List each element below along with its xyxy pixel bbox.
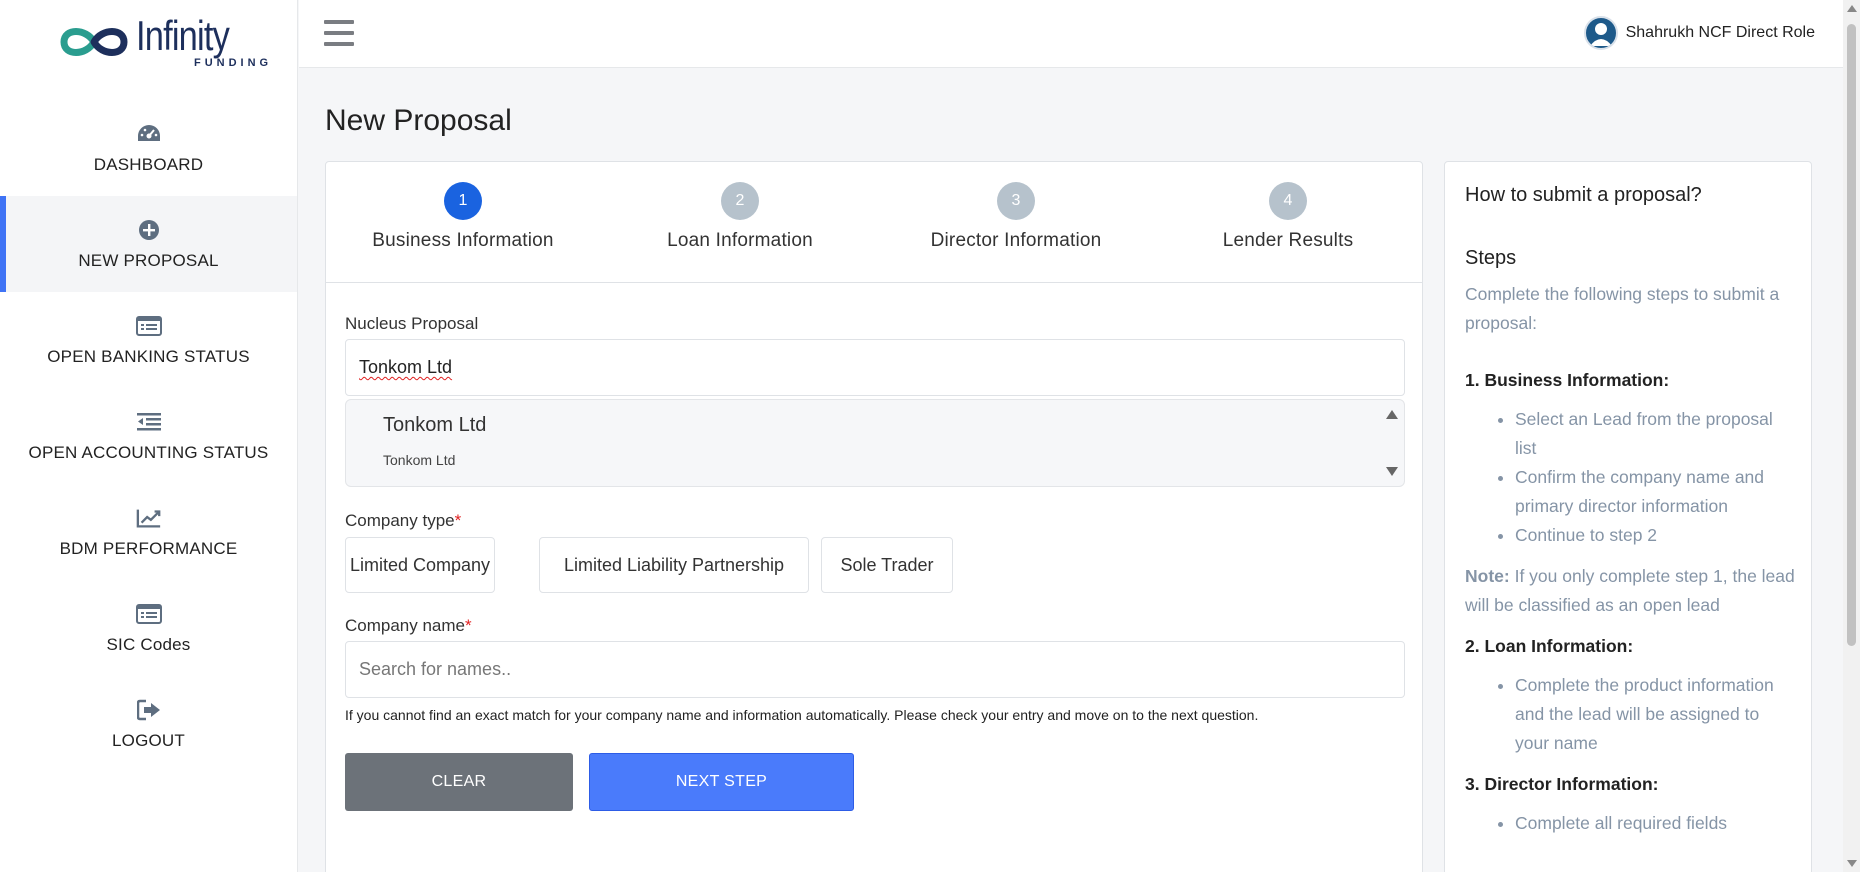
line-chart-icon [136, 505, 162, 531]
help-section-3-list: Complete all required fields [1515, 809, 1795, 838]
sidebar-item-label: DASHBOARD [93, 155, 204, 174]
sidebar-item-label: BDM PERFORMANCE [59, 539, 238, 558]
scroll-down-icon[interactable] [1847, 860, 1857, 867]
list-item: Continue to step 2 [1515, 521, 1795, 550]
menu-toggle-icon[interactable] [324, 20, 354, 46]
company-type-option-label: Limited Liability Partnership [563, 554, 785, 575]
sidebar-nav: DASHBOARD NEW PROPOSAL OPEN BANKING STAT… [0, 100, 297, 772]
clear-button[interactable]: CLEAR [345, 753, 573, 811]
company-name-help-text: If you cannot find an exact match for yo… [345, 707, 1259, 723]
sidebar-item-label: OPEN ACCOUNTING STATUS [28, 443, 269, 462]
help-section-title: 1. Business Information: [1465, 370, 1670, 390]
sidebar-item-sic-codes[interactable]: SIC Codes [0, 580, 297, 676]
infinity-logo-icon [60, 28, 128, 56]
top-bar: Shahrukh NCF Direct Role [299, 0, 1843, 68]
list-item: Select an Lead from the proposal list [1515, 405, 1795, 463]
help-section-2-list: Complete the product information and the… [1515, 671, 1795, 758]
sidebar: Infinity FUNDING DASHBOARD NEW PROPOSAL … [0, 0, 298, 872]
logo[interactable]: Infinity FUNDING [58, 14, 272, 70]
required-mark: * [454, 511, 462, 530]
step-label: Loan Information [667, 230, 813, 251]
help-title: How to submit a proposal? [1465, 184, 1702, 206]
nucleus-suggestion-list[interactable]: Tonkom Ltd Tonkom Ltd [345, 399, 1405, 487]
help-section-title: 3. Director Information: [1465, 774, 1659, 794]
user-menu[interactable]: Shahrukh NCF Direct Role [1583, 16, 1815, 50]
company-type-limited-company[interactable]: Limited Company [345, 537, 495, 593]
step-number: 2 [721, 182, 759, 220]
nucleus-proposal-label: Nucleus Proposal [345, 314, 479, 333]
help-body: Complete the following steps to submit a… [1465, 280, 1795, 838]
brand-sub: FUNDING [194, 57, 273, 69]
list-card-icon [135, 601, 162, 627]
company-type-option-label: Limited Company [349, 554, 491, 575]
company-type-label: Company type* [345, 511, 461, 531]
list-item: Complete all required fields [1515, 809, 1795, 838]
step-label: Director Information [930, 230, 1102, 251]
step-label: Lender Results [1222, 230, 1354, 251]
sidebar-item-open-accounting-status[interactable]: OPEN ACCOUNTING STATUS [0, 388, 297, 484]
nucleus-proposal-value: Tonkom Ltd [359, 357, 453, 377]
page-title: New Proposal [325, 104, 512, 137]
company-name-label-text: Company name [345, 616, 466, 635]
help-note: Note: If you only complete step 1, the l… [1465, 562, 1795, 620]
required-mark: * [465, 616, 472, 635]
help-section-title: 2. Loan Information: [1465, 636, 1634, 656]
proposal-form-card: 1 Business Information 2 Loan Informatio… [325, 161, 1423, 872]
sidebar-item-label: NEW PROPOSAL [78, 251, 219, 270]
company-type-option-label: Sole Trader [840, 554, 934, 575]
sidebar-item-new-proposal[interactable]: NEW PROPOSAL [0, 196, 297, 292]
user-name: Shahrukh NCF Direct Role [1625, 24, 1815, 41]
step-loan-information[interactable]: 2 Loan Information [640, 182, 840, 252]
help-panel: How to submit a proposal? Steps Complete… [1444, 161, 1812, 872]
company-name-label: Company name* [345, 616, 472, 636]
plus-circle-icon [136, 217, 162, 243]
company-name-placeholder: Search for names.. [359, 659, 512, 679]
brand-name: Infinity [136, 12, 230, 59]
sidebar-item-open-banking-status[interactable]: OPEN BANKING STATUS [0, 292, 297, 388]
scroll-thumb[interactable] [1847, 24, 1856, 646]
suggestion-title[interactable]: Tonkom Ltd [383, 414, 486, 437]
company-type-llp[interactable]: Limited Liability Partnership [539, 537, 809, 593]
next-step-button[interactable]: NEXT STEP [589, 753, 854, 811]
avatar [1583, 16, 1618, 50]
help-section-1-list: Select an Lead from the proposal list Co… [1515, 405, 1795, 550]
note-text: If you only complete step 1, the lead wi… [1465, 566, 1795, 615]
help-steps-heading: Steps [1465, 247, 1517, 269]
company-name-search-input[interactable]: Search for names.. [345, 641, 1405, 698]
scroll-up-icon[interactable] [1847, 5, 1857, 12]
step-number: 1 [444, 182, 482, 220]
nucleus-proposal-input[interactable]: Tonkom Ltd [345, 339, 1405, 396]
sidebar-item-label: LOGOUT [112, 731, 185, 750]
company-type-label-text: Company type [345, 511, 455, 530]
step-lender-results[interactable]: 4 Lender Results [1188, 182, 1388, 252]
sidebar-item-logout[interactable]: LOGOUT [0, 676, 297, 772]
step-number: 4 [1269, 182, 1307, 220]
note-label: Note: [1465, 566, 1510, 586]
sidebar-item-bdm-performance[interactable]: BDM PERFORMANCE [0, 484, 297, 580]
logout-icon [136, 697, 162, 723]
stepper: 1 Business Information 2 Loan Informatio… [326, 162, 1422, 283]
step-business-information[interactable]: 1 Business Information [363, 182, 563, 252]
scroll-down-icon[interactable] [1386, 467, 1398, 476]
step-number: 3 [997, 182, 1035, 220]
scroll-up-icon[interactable] [1386, 410, 1398, 419]
page-scrollbar[interactable] [1843, 0, 1860, 872]
step-director-information[interactable]: 3 Director Information [916, 182, 1116, 252]
company-type-sole-trader[interactable]: Sole Trader [821, 537, 953, 593]
sidebar-item-label: OPEN BANKING STATUS [47, 347, 250, 366]
sidebar-item-label: SIC Codes [106, 635, 191, 654]
indent-list-icon [136, 409, 162, 435]
suggestion-subtitle: Tonkom Ltd [383, 452, 456, 468]
sidebar-item-dashboard[interactable]: DASHBOARD [0, 100, 297, 196]
help-intro: Complete the following steps to submit a… [1465, 284, 1780, 333]
list-item: Complete the product information and the… [1515, 671, 1795, 758]
step-label: Business Information [372, 230, 554, 251]
list-item: Confirm the company name and primary dir… [1515, 463, 1795, 521]
dashboard-icon [136, 121, 162, 147]
list-card-icon [135, 313, 162, 339]
